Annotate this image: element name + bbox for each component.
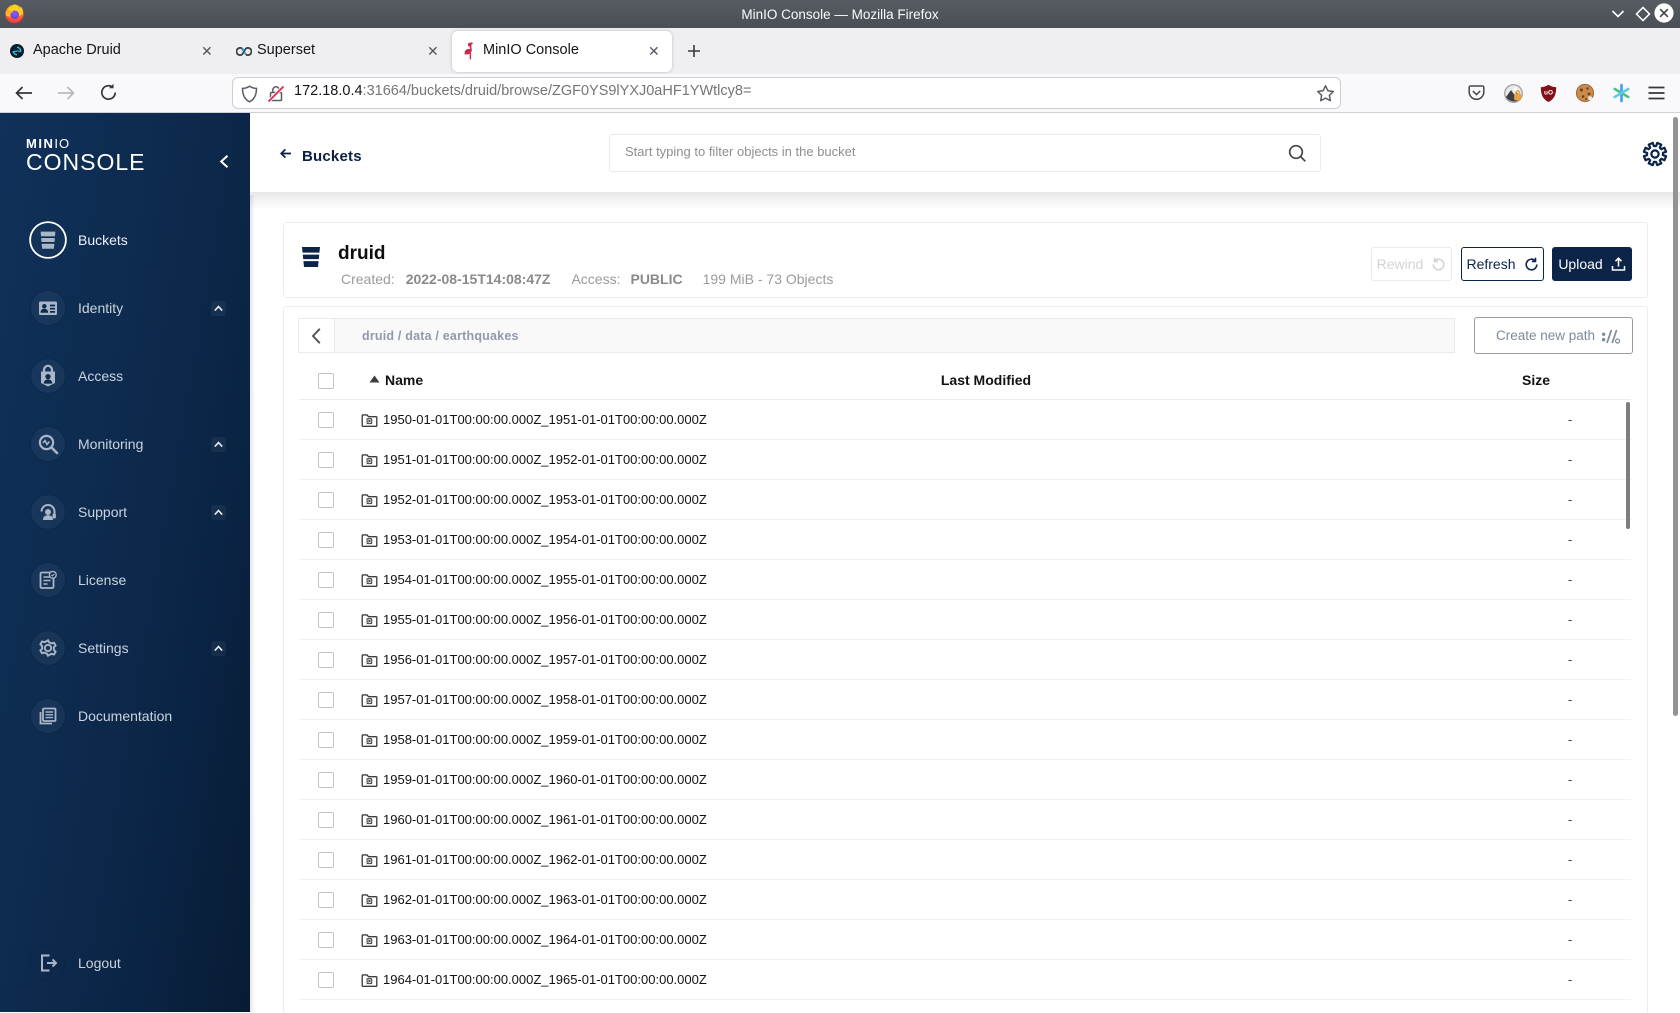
svg-text:uO: uO — [1544, 90, 1553, 97]
